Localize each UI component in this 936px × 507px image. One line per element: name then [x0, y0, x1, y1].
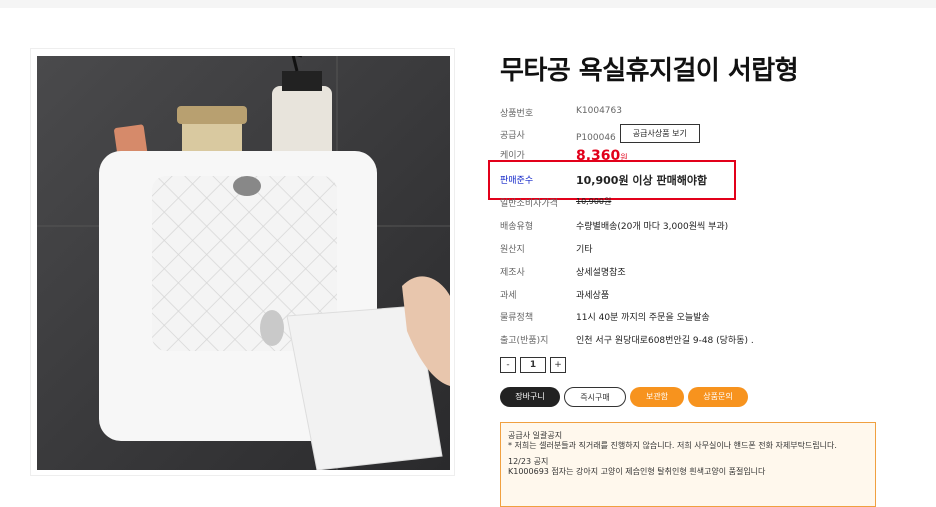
product-code-value: K1004763: [576, 106, 622, 116]
inquiry-button[interactable]: 상품문의: [688, 387, 748, 407]
logistics-value: 11시 40분 까지의 주문을 오늘발송: [576, 313, 710, 323]
save-button[interactable]: 보관함: [630, 387, 684, 407]
shipping-label: 배송유형: [500, 222, 534, 232]
consumer-price-label: 일반소비자가격: [500, 199, 558, 209]
tax-value: 과세상품: [576, 291, 610, 301]
quantity-minus-button[interactable]: -: [500, 357, 516, 373]
quantity-input[interactable]: 1: [520, 357, 546, 373]
notice-line-1: * 저희는 셀러분들과 직거래를 진행하지 않습니다. 저희 사무실이나 핸드폰…: [508, 441, 837, 450]
maker-label: 제조사: [500, 268, 525, 278]
tissue-holder-illustration: [37, 56, 450, 470]
product-title: 무타공 욕실휴지걸이 서랍형: [500, 56, 799, 86]
highlight-box: [488, 160, 736, 200]
notice-heading: 공급사 일괄공지: [508, 431, 563, 440]
product-image: [30, 48, 455, 476]
quantity-plus-button[interactable]: +: [550, 357, 566, 373]
notice-line-2: K1000693 점자는 강아지 고양이 제습인형 탈취인형 흰색고양이 품절입…: [508, 467, 766, 476]
supplier-label: 공급사: [500, 131, 525, 141]
supplier-value: P100046: [576, 133, 616, 143]
tax-label: 과세: [500, 291, 517, 301]
product-code-label: 상품번호: [500, 109, 534, 119]
ship-from-label: 출고(반품)지: [500, 336, 549, 346]
shipping-value: 수량별배송(20개 마다 3,000원씩 부과): [576, 222, 729, 232]
supplier-notice: 공급사 일괄공지 * 저희는 셀러분들과 직거래를 진행하지 않습니다. 저희 …: [500, 422, 876, 507]
consumer-price-value: 10,900원: [576, 197, 612, 206]
supplier-products-button[interactable]: 공급사상품 보기: [619, 124, 700, 143]
notice-date: 12/23 공지: [508, 457, 549, 466]
top-bar: [0, 0, 936, 8]
logistics-label: 물류정책: [500, 313, 534, 323]
product-photo: [37, 56, 450, 470]
maker-value: 상세설명참조: [576, 268, 626, 278]
origin-label: 원산지: [500, 245, 525, 255]
origin-value: 기타: [576, 245, 593, 255]
ship-from-value: 인천 서구 원당대로608번안길 9-48 (당하동) .: [576, 336, 754, 346]
cart-button[interactable]: 장바구니: [500, 387, 560, 407]
buy-now-button[interactable]: 즉시구매: [564, 387, 626, 407]
